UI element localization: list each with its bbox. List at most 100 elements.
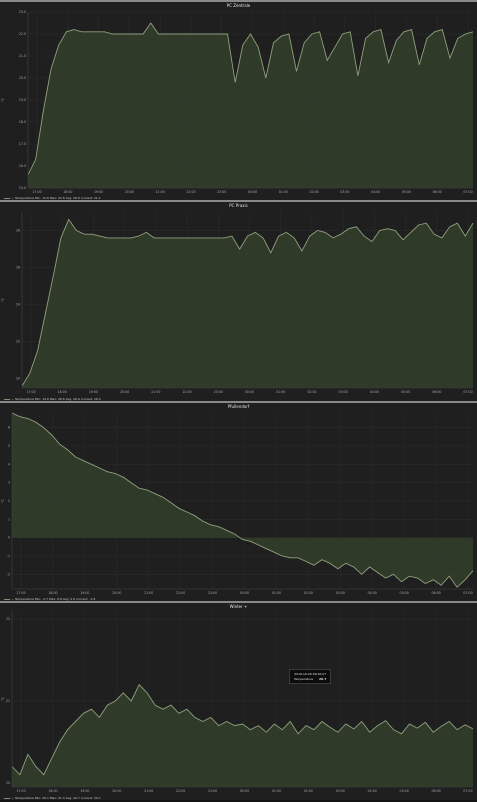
x-tick-label: 21:00 [151,390,160,394]
legend-swatch [4,398,10,400]
x-tick-label: 05:00 [401,390,410,394]
x-tick-label: 23:00 [217,190,226,194]
y-axis-label: °C [1,696,5,701]
y-tick-label: 17.0 [19,142,26,146]
x-tick-label: 02:00 [307,390,316,394]
x-tick-label: 00:00 [248,190,257,194]
x-tick-label: 21:00 [144,789,153,793]
series-area [22,219,473,388]
x-tick-label: 20:00 [120,390,129,394]
x-tick-label: 07:00 [463,789,472,793]
x-tick-label: 00:00 [245,390,254,394]
x-tick-label: 06:00 [431,789,440,793]
hover-tooltip: 2019-10-26 09:10:07 Temperature 20.7 [289,669,332,684]
x-tick-label: 06:00 [432,390,441,394]
x-tick-label: 21:00 [144,591,153,595]
y-tick-label: 16.0 [19,164,26,168]
x-tick-label: 18:00 [48,789,57,793]
chart-pc-zentrale[interactable]: 15.0 16.0 17.0 18.0 19.0 20.0 21.0 22.0 23.0 17:0… [0,2,477,202]
x-tick-label: 22:00 [186,190,195,194]
x-tick-label: 03:00 [340,190,349,194]
tooltip-time: 2019-10-26 09:10:07 [294,672,327,676]
y-tick-label: 3 [8,481,10,485]
y-tick-label: 1 [8,517,10,521]
x-tick-label: 04:00 [371,190,380,194]
x-tick-label: 07:00 [463,591,472,595]
x-tick-label: 23:00 [208,591,217,595]
x-tick-label: 22:00 [182,390,191,394]
x-tick-label: 00:00 [240,789,249,793]
y-tick-label: 2 [8,499,10,503]
y-tick-label: -1 [7,554,10,558]
x-tick-label: 05:00 [400,591,409,595]
y-axis-label: °C [1,498,5,503]
y-tick-label: 6 [8,426,10,430]
y-tick-label: -2 [7,572,10,576]
chart-pfullendorf[interactable]: -2 -1 0 1 2 3 4 5 6 17:00 18:00 19:00 20:00 21:00 22:0… [0,403,477,603]
y-tick-label: 21.0 [19,54,26,58]
y-tick-label: 18.0 [19,120,26,124]
y-tick-label: 21 [6,699,10,703]
x-tick-label: 07:00 [463,190,472,194]
x-tick-label: 18:00 [58,390,67,394]
y-axis-label: °C [1,97,5,102]
x-tick-label: 06:00 [431,591,440,595]
x-tick-label: 07:00 [463,390,472,394]
panel-winter[interactable]: Winter + 20 21 22 17:00 18:00 19:00 20:00 21:00… [0,601,477,800]
panel-pc-zentrale[interactable]: PC Zentrale 15.0 16.0 17.0 18.0 19.0 20.0 21.0… [0,0,477,200]
x-tick-label: 19:00 [80,789,89,793]
x-tick-label: 02:00 [309,190,318,194]
legend-swatch [4,197,10,199]
y-tick-label: 0 [8,536,10,540]
series-area [28,23,473,188]
x-tick-label: 03:00 [336,789,345,793]
x-tick-label: 04:00 [368,789,377,793]
x-tick-label: 19:00 [89,390,98,394]
x-tick-label: 04:00 [370,390,379,394]
y-tick-label: 19.0 [19,98,26,102]
x-tick-label: 03:00 [339,390,348,394]
y-tick-label: 22 [6,617,10,621]
x-tick-label: 19:00 [80,591,89,595]
legend-swatch [4,797,10,799]
panel-pfullendorf[interactable]: Pfullendorf -2 -1 0 1 2 3 4 5 6 17:00 18:00 19:00 20… [0,401,477,601]
x-tick-label: 02:00 [304,789,313,793]
x-tick-label: 01:00 [276,390,285,394]
x-tick-label: 18:00 [63,190,72,194]
x-tick-label: 02:00 [304,591,313,595]
y-tick-label: 28 [16,229,20,233]
panel-pc-praxis[interactable]: PC Praxis 20 22 24 26 28 17:00 18:00 19:00 20:00… [0,200,477,401]
x-tick-label: 22:00 [176,591,185,595]
y-tick-label: 22.0 [19,32,26,36]
x-tick-label: 17:00 [32,190,41,194]
x-tick-label: 01:00 [272,789,281,793]
x-tick-label: 01:00 [272,591,281,595]
x-tick-label: 20:00 [112,789,121,793]
chart-winter[interactable]: 20 21 22 17:00 18:00 19:00 20:00 21:00 22:00 23:0… [0,603,477,802]
x-tick-label: 17:00 [16,591,25,595]
legend[interactable]: — Temperature Min: 20.1 Max: 21.3 Avg: 2… [4,796,101,800]
x-tick-label: 18:00 [48,591,57,595]
x-tick-label: 06:00 [433,190,442,194]
y-tick-label: 24 [16,303,20,307]
y-tick-label: 15.0 [19,186,26,190]
y-tick-label: 23.0 [19,10,26,14]
x-tick-label: 05:00 [400,789,409,793]
y-tick-label: 20.0 [19,76,26,80]
chart-pc-praxis[interactable]: 20 22 24 26 28 17:00 18:00 19:00 20:00 21:00 22:00… [0,202,477,403]
tooltip-value: 20.7 [319,677,327,681]
x-tick-label: 19:00 [94,190,103,194]
y-tick-label: 22 [16,340,20,344]
x-tick-label: 01:00 [279,190,288,194]
legend-swatch [4,598,10,600]
x-tick-label: 23:00 [208,789,217,793]
x-tick-label: 21:00 [156,190,165,194]
x-tick-label: 03:00 [336,591,345,595]
x-tick-label: 05:00 [402,190,411,194]
y-tick-label: 4 [8,462,10,466]
y-axis-label: °C [1,297,5,302]
x-tick-label: 20:00 [125,190,134,194]
x-tick-label: 17:00 [16,789,25,793]
legend-text: — Temperature Min: 20.1 Max: 21.3 Avg: 2… [11,796,101,800]
y-tick-label: 20 [16,377,20,381]
